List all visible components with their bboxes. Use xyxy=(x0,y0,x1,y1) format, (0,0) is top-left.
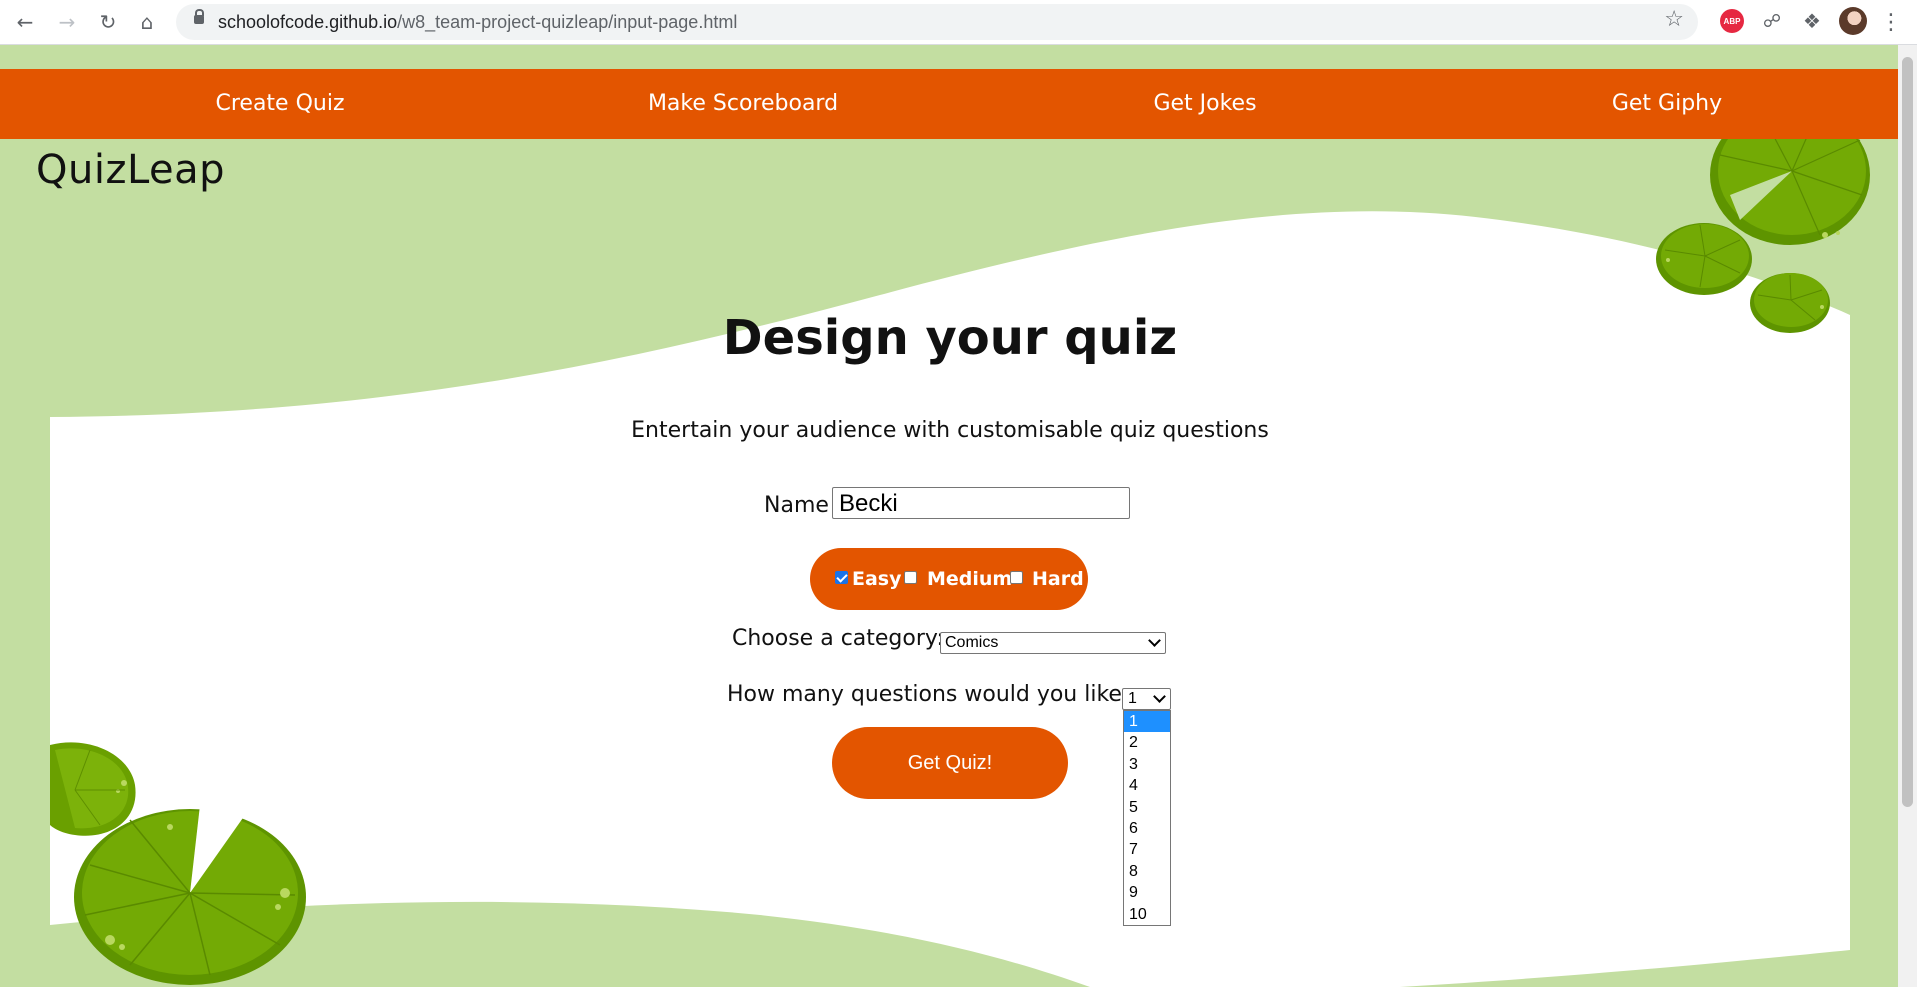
hard-checkbox[interactable] xyxy=(1010,571,1023,584)
chevron-down-icon xyxy=(1148,634,1161,647)
scrollbar-thumb[interactable] xyxy=(1902,57,1913,807)
category-label: Choose a category: xyxy=(732,626,944,651)
category-select[interactable]: Comics xyxy=(940,632,1166,654)
questions-selected-value: 1 xyxy=(1128,690,1137,707)
category-selected-value: Comics xyxy=(945,634,999,651)
reload-icon[interactable]: ↻ xyxy=(95,9,121,35)
bookmark-star-icon[interactable]: ☆ xyxy=(1664,7,1684,32)
browser-toolbar: ← → ↻ ⌂ schoolofcode.github.io/w8_team-p… xyxy=(0,0,1917,45)
dropdown-option[interactable]: 7 xyxy=(1124,839,1170,860)
nav-get-giphy[interactable]: Get Giphy xyxy=(1612,91,1722,116)
dropdown-option[interactable]: 5 xyxy=(1124,797,1170,818)
questions-count-select[interactable]: 1 xyxy=(1122,688,1171,710)
extensions-puzzle-icon[interactable]: ❖ xyxy=(1800,9,1824,33)
url-text: schoolofcode.github.io/w8_team-project-q… xyxy=(218,12,738,32)
forward-icon[interactable]: → xyxy=(54,9,80,35)
dropdown-option[interactable]: 2 xyxy=(1124,732,1170,753)
site-logo[interactable]: QuizLeap xyxy=(36,147,225,193)
easy-checkbox[interactable] xyxy=(835,571,848,584)
name-input[interactable]: Becki xyxy=(832,487,1130,519)
hard-label: Hard xyxy=(1032,568,1084,590)
top-navigation: Create Quiz Make Scoreboard Get Jokes Ge… xyxy=(0,69,1898,139)
chevron-down-icon xyxy=(1153,690,1166,703)
dropdown-option[interactable]: 6 xyxy=(1124,818,1170,839)
nav-get-jokes[interactable]: Get Jokes xyxy=(1153,91,1256,116)
page-scrollbar[interactable] xyxy=(1898,45,1917,987)
profile-avatar[interactable] xyxy=(1839,7,1867,35)
network-extension-icon[interactable]: ☍ xyxy=(1760,9,1784,33)
name-label: Name xyxy=(764,493,829,518)
page-subtitle: Entertain your audience with customisabl… xyxy=(631,418,1269,443)
dropdown-option[interactable]: 10 xyxy=(1124,904,1170,925)
easy-label: Easy xyxy=(852,568,902,590)
questions-count-label: How many questions would you like: xyxy=(727,682,1130,707)
medium-checkbox[interactable] xyxy=(904,571,917,584)
dropdown-option[interactable]: 1 xyxy=(1124,711,1170,733)
dropdown-option[interactable]: 9 xyxy=(1124,882,1170,903)
page-viewport: Create Quiz Make Scoreboard Get Jokes Ge… xyxy=(0,45,1898,987)
lock-icon xyxy=(194,9,204,24)
get-quiz-button[interactable]: Get Quiz! xyxy=(832,727,1068,799)
dropdown-option[interactable]: 4 xyxy=(1124,775,1170,796)
lilypad-top-right-medium xyxy=(1656,223,1752,295)
nav-make-scoreboard[interactable]: Make Scoreboard xyxy=(648,91,838,116)
menu-kebab-icon[interactable]: ⋮ xyxy=(1878,9,1904,35)
medium-label: Medium xyxy=(927,568,1013,590)
home-icon[interactable]: ⌂ xyxy=(134,9,160,35)
back-icon[interactable]: ← xyxy=(12,9,38,35)
dropdown-option[interactable]: 3 xyxy=(1124,754,1170,775)
dropdown-option[interactable]: 8 xyxy=(1124,861,1170,882)
page-title: Design your quiz xyxy=(722,310,1178,366)
address-bar[interactable]: schoolofcode.github.io/w8_team-project-q… xyxy=(176,4,1698,40)
adblock-extension-icon[interactable]: ABP xyxy=(1720,9,1744,33)
questions-dropdown-list: 1 2 3 4 5 6 7 8 9 10 xyxy=(1123,710,1171,926)
difficulty-selector: Easy Medium Hard xyxy=(810,548,1088,610)
nav-create-quiz[interactable]: Create Quiz xyxy=(215,91,344,116)
